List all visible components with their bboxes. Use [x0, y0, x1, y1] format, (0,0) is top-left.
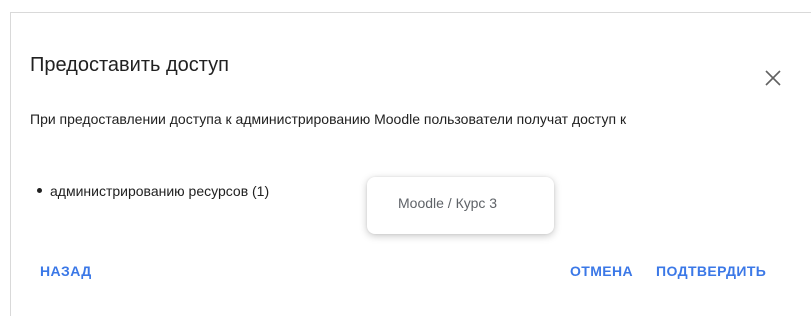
bullet-icon: [37, 187, 42, 193]
resource-tooltip: Moodle / Курс 3: [367, 177, 554, 234]
back-button[interactable]: НАЗАД: [40, 262, 92, 280]
dialog-description: При предоставлении доступа к администрир…: [30, 111, 627, 127]
list-item: администрированию ресурсов (1): [37, 180, 269, 202]
list-item-text[interactable]: администрированию ресурсов (1): [50, 183, 269, 199]
close-button[interactable]: [759, 64, 787, 92]
dialog-title: Предоставить доступ: [30, 54, 229, 76]
close-icon: [765, 70, 781, 86]
confirm-button[interactable]: ПОДТВЕРДИТЬ: [656, 262, 766, 280]
cancel-button[interactable]: ОТМЕНА: [570, 262, 633, 280]
